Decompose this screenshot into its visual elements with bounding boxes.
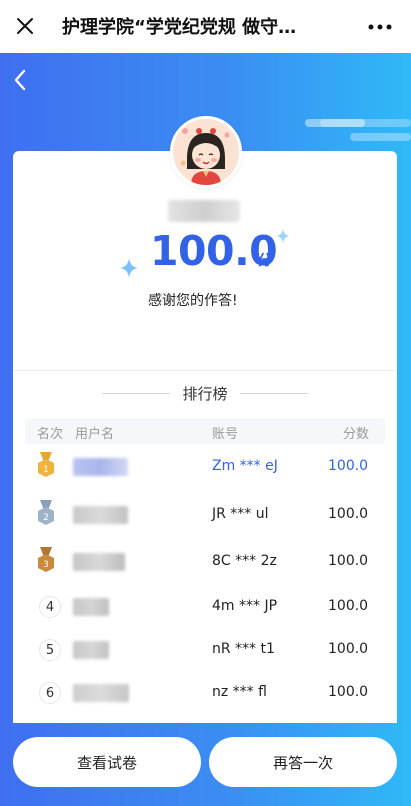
bronze-medal-icon: 3 — [38, 547, 54, 572]
score-cell: 100.0 — [328, 641, 369, 657]
rank-badge: 4 — [39, 596, 61, 618]
svg-text:2: 2 — [43, 513, 49, 523]
score-unit: 分 — [258, 253, 272, 269]
divider — [13, 370, 397, 371]
account-cell: 8C *** 2z — [212, 553, 277, 569]
ranking-title-row: 排行榜 — [13, 382, 397, 404]
username-blurred — [73, 641, 109, 659]
decoration-line — [320, 119, 411, 127]
silver-medal-icon: 2 — [38, 500, 54, 525]
retry-button[interactable]: 再答一次 — [209, 737, 397, 787]
username-blurred — [73, 458, 128, 476]
header-score: 分数 — [343, 427, 370, 442]
score-cell: 100.0 — [328, 598, 369, 614]
table-row: 2 JR *** ul 100.0 — [25, 496, 385, 536]
svg-text:1: 1 — [43, 465, 49, 475]
username-blurred — [73, 598, 109, 616]
ranking-title: 排行榜 — [182, 384, 228, 403]
account-cell: JR *** ul — [212, 506, 269, 522]
account-cell: nR *** t1 — [212, 641, 275, 657]
table-row: 4 4m *** JP 100.0 — [25, 588, 385, 628]
more-icon[interactable] — [363, 12, 397, 42]
rank-badge: 6 — [39, 682, 61, 704]
divider-line — [102, 392, 171, 394]
header-username: 用户名 — [75, 427, 115, 442]
avatar — [170, 116, 242, 188]
account-cell: Zm *** eJ — [212, 458, 278, 474]
score-cell: 100.0 — [328, 458, 369, 474]
account-cell: 4m *** JP — [212, 598, 278, 614]
view-paper-button[interactable]: 查看试卷 — [13, 737, 201, 787]
page-title: 护理学院“学党纪党规 做守… — [62, 17, 297, 38]
divider-line — [239, 392, 308, 394]
table-row: 1 Zm *** eJ 100.0 — [25, 448, 385, 488]
table-row: 6 nz *** fl 100.0 — [25, 674, 385, 714]
sparkle-icon — [277, 229, 289, 243]
gold-medal-icon: 1 — [38, 452, 54, 477]
thanks-message: 感谢您的作答! — [148, 293, 238, 309]
ranking-table-header: 名次 用户名 账号 分数 — [25, 418, 385, 444]
rank-badge: 5 — [39, 639, 61, 661]
close-icon[interactable] — [10, 11, 40, 41]
username-blurred — [73, 553, 125, 571]
svg-text:3: 3 — [43, 560, 49, 570]
sparkle-icon — [120, 258, 138, 278]
back-icon[interactable] — [8, 65, 32, 95]
username-blurred — [73, 684, 129, 702]
username-blurred — [168, 200, 240, 222]
title-bar: 护理学院“学党纪党规 做守… — [0, 0, 411, 53]
table-row: 5 nR *** t1 100.0 — [25, 631, 385, 671]
score-cell: 100.0 — [328, 553, 369, 569]
table-row: 3 8C *** 2z 100.0 — [25, 543, 385, 583]
decoration-line — [350, 133, 411, 141]
account-cell: nz *** fl — [212, 684, 267, 700]
score-cell: 100.0 — [328, 506, 369, 522]
score-cell: 100.0 — [328, 684, 369, 700]
username-blurred — [73, 506, 128, 524]
header-account: 账号 — [212, 427, 239, 442]
header-rank: 名次 — [37, 427, 64, 442]
